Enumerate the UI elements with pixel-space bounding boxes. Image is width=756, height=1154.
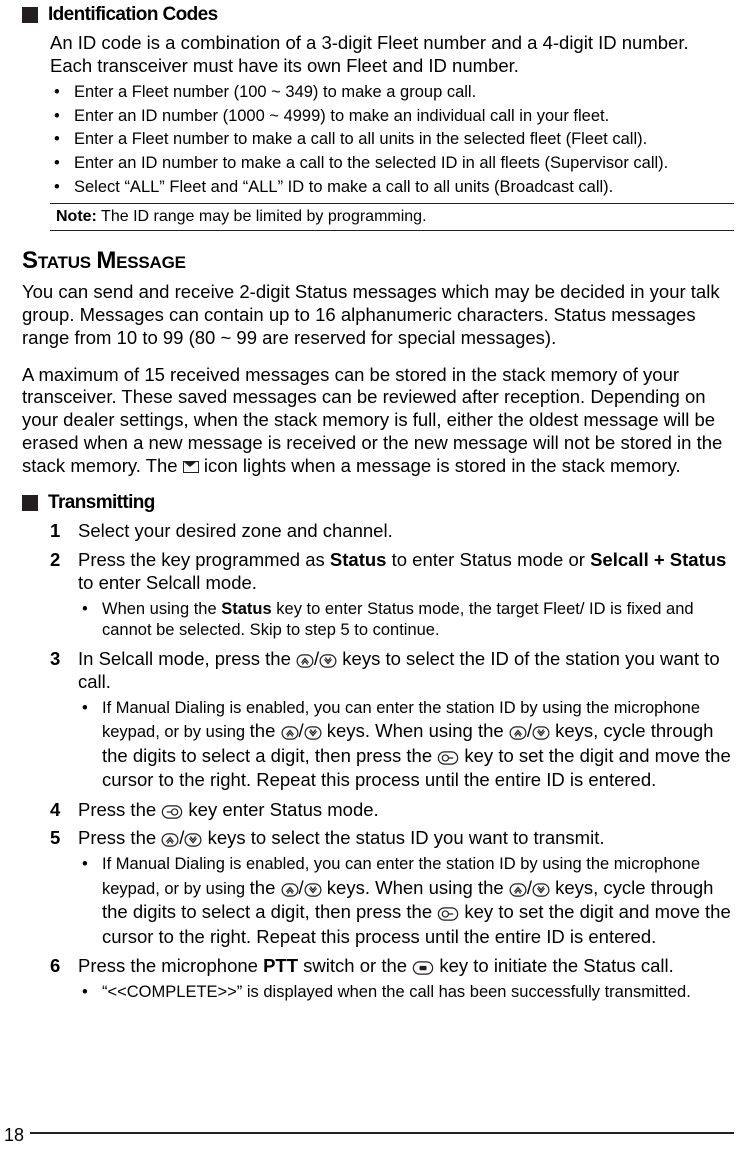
down-key-icon — [532, 726, 550, 740]
down-key-icon — [184, 833, 202, 847]
section1-intro: An ID code is a combination of a 3-digit… — [50, 32, 734, 78]
down-key-icon — [532, 883, 550, 897]
transmitting-steps: 1 Select your desired zone and channel. … — [50, 520, 734, 1003]
bullet-item: Enter a Fleet number (100 ~ 349) to make… — [50, 82, 734, 104]
status-para1: You can send and receive 2-digit Status … — [22, 281, 734, 350]
section-heading-identification: Identification Codes — [22, 4, 734, 26]
note-text: The ID range may be limited by programmi… — [101, 208, 426, 225]
note-box: Note: The ID range may be limited by pro… — [50, 203, 734, 231]
note-label: Note: — [56, 208, 97, 225]
bullet-item: Select “ALL” Fleet and “ALL” ID to make … — [50, 177, 734, 199]
step-6: 6 Press the microphone PTT switch or the… — [50, 955, 734, 1003]
step2-sub: When using the Status key to enter Statu… — [78, 599, 734, 642]
footer-line — [30, 1132, 734, 1134]
section1-bullets: Enter a Fleet number (100 ~ 349) to make… — [50, 82, 734, 199]
up-key-icon — [509, 883, 527, 897]
bullet-item: Enter an ID number to make a call to the… — [50, 153, 734, 175]
page-number: 18 — [4, 1125, 24, 1146]
circle-a-key-icon — [437, 907, 459, 921]
step3-sub: If Manual Dialing is enabled, you can en… — [78, 698, 734, 793]
section-heading-transmitting: Transmitting — [22, 492, 734, 514]
up-key-icon — [509, 726, 527, 740]
up-key-icon — [161, 833, 179, 847]
section-marker — [22, 7, 38, 23]
status-para2: A maximum of 15 received messages can be… — [22, 364, 734, 479]
step6-sub: “<<COMPLETE>>” is displayed when the cal… — [78, 982, 734, 1003]
step-4: 4 Press the key enter Status mode. — [50, 799, 734, 822]
mail-icon — [183, 461, 199, 473]
up-key-icon — [296, 654, 314, 668]
circle-b-key-icon — [161, 805, 183, 819]
circle-a-key-icon — [437, 751, 459, 765]
step-5: 5 Press the / keys to select the status … — [50, 827, 734, 949]
bullet-item: Enter a Fleet number to make a call to a… — [50, 129, 734, 151]
status-message-heading: STATUS MESSAGE — [22, 247, 734, 275]
step5-sub: If Manual Dialing is enabled, you can en… — [78, 854, 734, 949]
step-2: 2 Press the key programmed as Status to … — [50, 549, 734, 642]
down-key-icon — [304, 726, 322, 740]
step-1: 1 Select your desired zone and channel. — [50, 520, 734, 543]
down-key-icon — [304, 883, 322, 897]
rect-key-icon — [412, 961, 434, 975]
step-3: 3 In Selcall mode, press the / keys to s… — [50, 648, 734, 793]
section-marker — [22, 495, 38, 511]
down-key-icon — [319, 654, 337, 668]
bullet-item: Enter an ID number (1000 ~ 4999) to make… — [50, 106, 734, 128]
section-title: Transmitting — [48, 492, 155, 514]
up-key-icon — [281, 883, 299, 897]
up-key-icon — [281, 726, 299, 740]
section-title: Identification Codes — [48, 4, 218, 26]
